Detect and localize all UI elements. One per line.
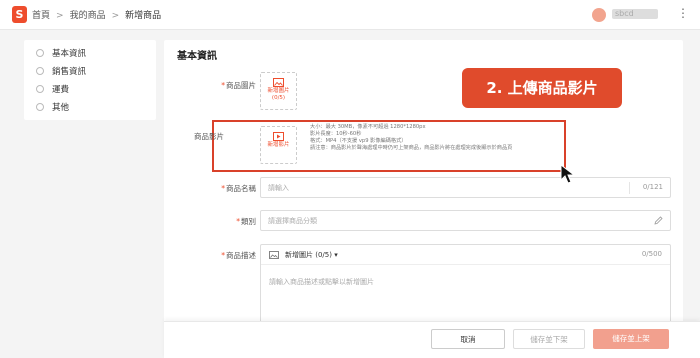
section-nav: 基本資訊 銷售資訊 運費 其他 [24, 40, 156, 120]
avatar[interactable] [592, 8, 606, 22]
breadcrumb-home[interactable]: 首頁 [32, 11, 50, 21]
image-icon[interactable] [269, 251, 279, 259]
save-and-publish-button[interactable]: 儲存並上架 [593, 329, 669, 349]
username[interactable]: sbcd [612, 9, 658, 19]
description-count: 0/500 [641, 250, 662, 258]
sidebar-item-label: 銷售資訊 [52, 67, 87, 77]
section-title: 基本資訊 [177, 51, 217, 62]
product-name-label: *商品名稱 [221, 184, 256, 193]
add-description-image-button[interactable]: 新增圖片 (0/5) ▾ [285, 250, 338, 260]
sidebar-item-other[interactable]: 其他 [36, 101, 69, 115]
product-name-count: 0/121 [642, 183, 663, 191]
sidebar-item-sales-info[interactable]: 銷售資訊 [36, 65, 86, 79]
radio-dot-icon [36, 85, 44, 93]
basic-info-card: 基本資訊 *商品圖片 新增圖片 (0/5) 2. 上傳商品影片 商品影片 新增影… [164, 40, 683, 358]
divider [629, 182, 630, 194]
description-label: *商品描述 [221, 251, 256, 260]
add-video-button[interactable]: 新增影片 [260, 126, 297, 164]
video-note: 大小：最大 30MB，像素不可超過 1280*1280px [310, 124, 426, 130]
radio-dot-icon [36, 49, 44, 57]
save-and-unpublish-button[interactable]: 儲存並下架 [513, 329, 585, 349]
image-count: (0/5) [271, 95, 286, 101]
radio-dot-icon [36, 67, 44, 75]
video-note: 格式：MP4（不支援 vp9 影像編碼格式） [310, 138, 407, 144]
mouse-pointer-icon [560, 163, 576, 184]
edit-pencil-icon[interactable] [654, 216, 663, 225]
breadcrumb-current: 新增商品 [125, 11, 162, 21]
video-icon [273, 132, 284, 141]
top-bar: S 首頁 > 我的商品 > 新增商品 sbcd ⋮ [0, 0, 700, 30]
sidebar-item-label: 基本資訊 [52, 49, 87, 59]
category-label: *類別 [236, 217, 256, 226]
video-requirements: 大小：最大 30MB，像素不可超過 1280*1280px 影片長度：10秒-6… [310, 124, 512, 152]
cancel-button[interactable]: 取消 [431, 329, 505, 349]
add-video-label: 新增影片 [267, 142, 290, 148]
product-images-label: *商品圖片 [221, 81, 256, 90]
radio-dot-icon [36, 103, 44, 111]
category-select[interactable]: 請選擇商品分類 [260, 210, 671, 231]
product-name-placeholder: 請輸入 [268, 184, 289, 192]
sidebar-item-label: 運費 [52, 85, 70, 95]
action-bar: 取消 儲存並下架 儲存並上架 [164, 321, 700, 358]
sidebar-item-label: 其他 [52, 103, 70, 113]
category-placeholder: 請選擇商品分類 [268, 217, 317, 225]
breadcrumb-separator-icon: > [111, 11, 120, 21]
description-placeholder: 請輸入商品描述或點擊以新增圖片 [269, 278, 374, 286]
product-video-label: 商品影片 [194, 132, 224, 141]
breadcrumb-separator-icon: > [56, 11, 64, 21]
image-icon [273, 78, 284, 87]
breadcrumb-my-products[interactable]: 我的商品 [70, 11, 106, 21]
shopee-logo-icon[interactable]: S [12, 6, 27, 23]
step-callout: 2. 上傳商品影片 [462, 68, 622, 108]
add-image-button[interactable]: 新增圖片 (0/5) [260, 72, 297, 110]
product-name-input[interactable]: 請輸入 0/121 [260, 177, 671, 198]
chevron-down-icon: ▾ [334, 251, 338, 259]
more-menu-icon[interactable]: ⋮ [677, 6, 689, 20]
breadcrumb: 首頁 > 我的商品 > 新增商品 [32, 8, 161, 21]
video-note: 請注意：商品影片於聲海處理中時仍可上架商品，商品影片將在處理完成後顯示於商品頁 [310, 145, 513, 151]
description-toolbar: 新增圖片 (0/5) ▾ 0/500 [261, 245, 670, 265]
add-image-label: 新增圖片 [267, 88, 290, 94]
video-note: 影片長度：10秒-60秒 [310, 131, 362, 137]
sidebar-item-basic-info[interactable]: 基本資訊 [36, 47, 86, 61]
sidebar-item-shipping[interactable]: 運費 [36, 83, 69, 97]
